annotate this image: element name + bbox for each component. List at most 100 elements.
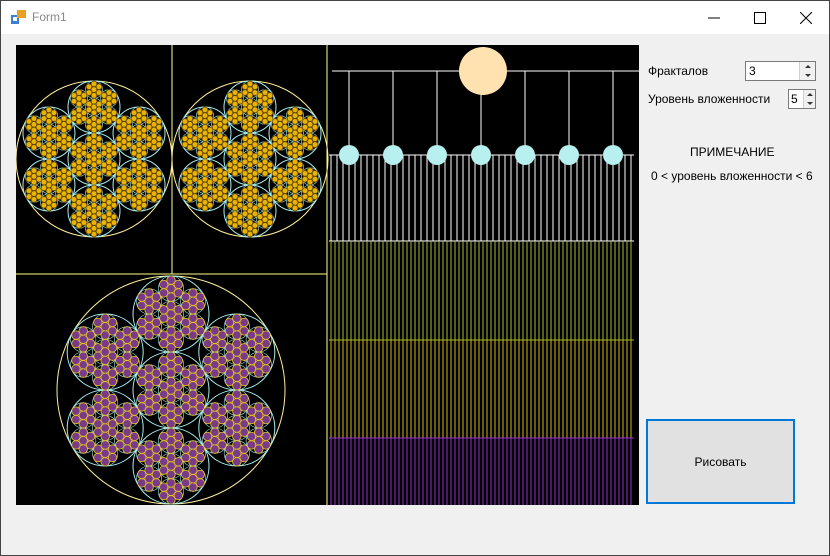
note-text: 0 < уровень вложенности < 6	[651, 169, 813, 183]
depth-value[interactable]: 5	[791, 92, 798, 106]
fractal-dot	[281, 187, 289, 195]
fractal-dot	[25, 123, 33, 131]
fractal-dot	[226, 201, 234, 209]
fractal-dot	[151, 469, 161, 480]
fractal-dot	[55, 123, 63, 131]
fractal-dot	[95, 170, 103, 177]
fractal-dot	[110, 213, 118, 221]
fractal-dot	[251, 83, 259, 91]
fractal-dot	[140, 144, 148, 151]
fractal-dot	[286, 201, 294, 209]
fractals-value[interactable]: 3	[749, 64, 756, 78]
fractal-dot	[93, 402, 103, 412]
fractals-down-button[interactable]	[800, 71, 815, 80]
fractal-dot	[251, 222, 259, 229]
draw-button[interactable]: Рисовать	[646, 419, 795, 504]
fractal-dot	[80, 161, 88, 169]
fractal-dot	[155, 135, 163, 143]
arrow-down-icon	[806, 102, 813, 105]
fractal-dot	[115, 175, 123, 183]
fractal-dot	[173, 431, 183, 442]
fractal-dot	[181, 376, 191, 387]
fractal-dot	[159, 414, 169, 425]
fractal-dot	[239, 393, 249, 404]
fractal-dot	[70, 149, 78, 157]
fractal-dot	[65, 135, 73, 143]
fractal-dot	[85, 355, 96, 366]
fractal-dot	[50, 109, 58, 117]
fractal-dot	[173, 406, 183, 416]
fractal-dot	[224, 376, 235, 387]
fractal-dot	[159, 364, 169, 374]
fractal-dot	[296, 196, 304, 203]
fractal-dot	[271, 123, 279, 131]
fractal-dot	[95, 135, 103, 143]
depth-spinner[interactable]: 5	[788, 89, 816, 109]
fractal-dot	[115, 414, 125, 425]
fractal-dot	[137, 478, 147, 488]
fractal-dot	[311, 170, 319, 177]
fractal-dot	[70, 115, 78, 122]
fractal-dot	[80, 109, 88, 117]
fractal-dot	[261, 355, 271, 366]
fractal-dot	[296, 109, 304, 117]
fractal-dot	[206, 161, 214, 169]
fractal-dot	[140, 196, 148, 203]
fractal-dot	[159, 440, 169, 450]
fractal-dot	[159, 288, 169, 298]
depth-down-button[interactable]	[804, 99, 815, 108]
fractal-dot	[100, 201, 108, 209]
tree-node	[471, 145, 491, 165]
fractal-dot	[155, 187, 163, 195]
fractal-dot	[226, 149, 234, 157]
fractal-dot	[206, 109, 214, 117]
fractal-dot	[236, 161, 244, 169]
fractal-dot	[35, 187, 43, 195]
fractal-dot	[206, 196, 214, 203]
fractal-dot	[196, 201, 204, 209]
fractal-dot	[296, 161, 304, 169]
fractal-dot	[40, 149, 48, 157]
fractal-dot	[241, 227, 249, 235]
fractal-dot	[224, 452, 235, 463]
fractal-dot	[85, 227, 93, 235]
fractal-dot	[266, 196, 274, 203]
minimize-icon	[708, 17, 720, 18]
fractal-dot	[129, 406, 140, 416]
fractal-dot	[110, 196, 118, 203]
fractal-dot	[65, 170, 73, 177]
fractal-dot	[145, 123, 153, 131]
fractal-dot	[140, 109, 148, 117]
fractal-dot	[107, 317, 118, 328]
fractal-dot	[239, 444, 249, 454]
fractals-label: Фракталов	[648, 64, 709, 78]
close-button[interactable]	[783, 1, 829, 34]
fractal-dot	[266, 92, 274, 99]
fractal-dot	[251, 118, 259, 125]
fractal-dot	[107, 393, 118, 404]
fractal-dot	[137, 300, 147, 311]
fractal-dot	[241, 89, 249, 96]
fractal-dot	[80, 213, 88, 221]
fractal-dot	[217, 355, 227, 366]
fractal-dot	[85, 123, 93, 131]
fractal-dot	[236, 213, 244, 221]
fractal-dot	[271, 141, 279, 148]
arrow-up-icon	[804, 65, 811, 68]
minimize-button[interactable]	[691, 1, 737, 34]
app-icon	[11, 10, 26, 24]
fractal-dot	[115, 123, 123, 131]
fractal-dot	[140, 161, 148, 169]
fractal-dot	[93, 326, 103, 336]
fractal-dot	[25, 175, 33, 183]
fractals-spinner[interactable]: 3	[745, 61, 816, 81]
fractal-dot	[191, 135, 199, 143]
fractal-dot	[110, 161, 118, 169]
maximize-button[interactable]	[737, 1, 783, 34]
fractal-dot	[266, 109, 274, 117]
fractal-dot	[246, 414, 257, 425]
fractal-dot	[159, 338, 169, 349]
fractal-dot	[71, 440, 81, 450]
tree-node	[383, 145, 403, 165]
fractal-dot	[173, 482, 183, 492]
